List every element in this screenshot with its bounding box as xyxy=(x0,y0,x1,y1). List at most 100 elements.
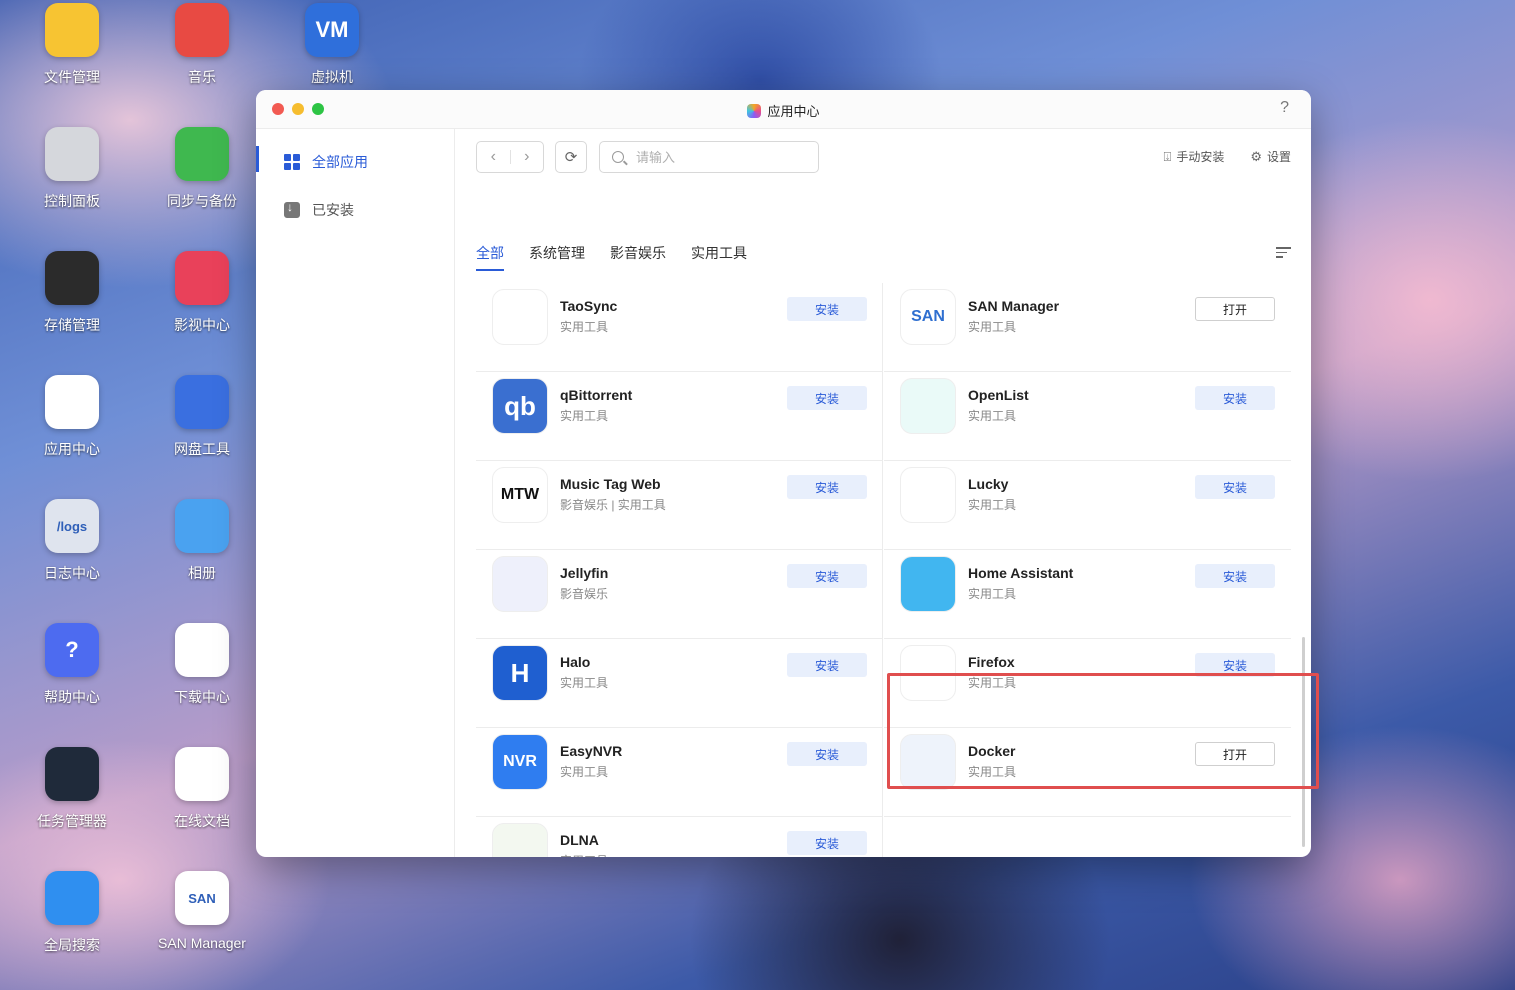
install-button[interactable]: 安装 xyxy=(787,653,867,677)
app-category: 实用工具 xyxy=(560,852,608,857)
gear-icon: ⚙ xyxy=(1250,148,1262,164)
desktop-icon-label: 文件管理 xyxy=(44,69,100,85)
install-button[interactable]: 安装 xyxy=(787,564,867,588)
install-button[interactable]: 安装 xyxy=(787,297,867,321)
desktop-icon-label: 在线文档 xyxy=(174,813,230,829)
app-card-san-manager[interactable]: SAN SAN Manager 实用工具 打开 xyxy=(884,283,1291,372)
install-button[interactable]: 安装 xyxy=(787,475,867,499)
desktop-icon-vm[interactable]: VM 虚拟机 xyxy=(272,3,392,87)
desktop-icon-help[interactable]: ? 帮助中心 xyxy=(12,623,132,707)
manual-install-label: 手动安装 xyxy=(1176,150,1225,164)
manual-install-button[interactable]: ⍗ 手动安装 xyxy=(1164,148,1225,165)
app-card-home-assistant[interactable]: Home Assistant 实用工具 安装 xyxy=(884,550,1291,639)
sort-icon[interactable] xyxy=(1276,247,1291,261)
tab-system-management[interactable]: 系统管理 xyxy=(529,243,585,273)
back-button[interactable]: ‹ xyxy=(477,142,510,172)
install-button[interactable]: 安装 xyxy=(1195,386,1275,410)
desktop-icon-cloud-drive[interactable]: 网盘工具 xyxy=(142,375,262,459)
tab-all[interactable]: 全部 xyxy=(476,243,504,273)
folder-icon xyxy=(45,3,99,57)
app-category: 实用工具 xyxy=(560,320,609,334)
app-name: OpenList xyxy=(968,387,1029,403)
app-category: 实用工具 xyxy=(560,676,609,690)
open-button[interactable]: 打开 xyxy=(1195,297,1275,321)
desktop-icon-search[interactable]: 全局搜索 xyxy=(12,871,132,955)
jellyfin-icon xyxy=(492,556,548,612)
refresh-button[interactable]: ⟳ xyxy=(555,141,587,173)
desktop-icon-app-center[interactable]: 应用中心 xyxy=(12,375,132,459)
install-button[interactable]: 安装 xyxy=(787,386,867,410)
installed-icon xyxy=(284,200,300,218)
desktop-icon-task-manager[interactable]: 任务管理器 xyxy=(12,747,132,831)
app-category: 实用工具 xyxy=(968,587,1017,601)
window-title-text: 应用中心 xyxy=(767,104,820,119)
desktop-icon-label: 音乐 xyxy=(188,69,216,85)
desktop-icon-label: 存储管理 xyxy=(44,317,100,333)
desktop-icon-folder[interactable]: 文件管理 xyxy=(12,3,132,87)
lucky-icon xyxy=(900,467,956,523)
settings-button[interactable]: ⚙ 设置 xyxy=(1250,148,1291,165)
install-button[interactable]: 安装 xyxy=(1195,564,1275,588)
desktop-icon-photo[interactable]: 相册 xyxy=(142,499,262,583)
app-center-icon xyxy=(45,375,99,429)
sidebar-item-label: 全部应用 xyxy=(312,154,368,170)
app-card-lucky[interactable]: Lucky 实用工具 安装 xyxy=(884,461,1291,550)
desktop-icon-film[interactable]: 影视中心 xyxy=(142,251,262,335)
search-input[interactable] xyxy=(636,149,806,165)
desktop-icon-label: 控制面板 xyxy=(44,193,100,209)
desktop-icon-sync[interactable]: 同步与备份 xyxy=(142,127,262,211)
install-button[interactable]: 安装 xyxy=(787,742,867,766)
app-card-qbittorrent[interactable]: qb qBittorrent 实用工具 安装 xyxy=(476,372,883,461)
vm-icon: VM xyxy=(305,3,359,57)
help-button[interactable]: ? xyxy=(1280,99,1289,117)
app-card-halo[interactable]: H Halo 实用工具 安装 xyxy=(476,639,883,728)
desktop-icon-label: 虚拟机 xyxy=(311,69,353,85)
desktop-icon-label: 应用中心 xyxy=(44,441,100,457)
download-icon xyxy=(175,623,229,677)
tab-utilities[interactable]: 实用工具 xyxy=(691,243,747,273)
sync-icon xyxy=(175,127,229,181)
app-category: 实用工具 xyxy=(968,498,1017,512)
toolbar: ‹ › ⟳ ⍗ 手动安装 ⚙ 设置 xyxy=(476,141,1291,175)
forward-button[interactable]: › xyxy=(511,142,544,172)
app-name: qBittorrent xyxy=(560,387,633,403)
app-category: 实用工具 xyxy=(968,320,1017,334)
desktop-icon-label: 网盘工具 xyxy=(174,441,230,457)
tab-media-entertainment[interactable]: 影音娱乐 xyxy=(610,243,666,273)
app-category: 影音娱乐 | 实用工具 xyxy=(560,498,666,512)
desktop-icon-san[interactable]: SAN SAN Manager xyxy=(142,871,262,951)
desktop-icon-logs[interactable]: /logs 日志中心 xyxy=(12,499,132,583)
desktop-icon-label: 任务管理器 xyxy=(37,813,107,829)
app-card-openlist[interactable]: OpenList 实用工具 安装 xyxy=(884,372,1291,461)
install-button[interactable]: 安装 xyxy=(1195,475,1275,499)
app-card-dlna[interactable]: DLNA 实用工具 安装 xyxy=(476,817,883,857)
app-name: Music Tag Web xyxy=(560,476,661,492)
storage-icon xyxy=(45,251,99,305)
easynvr-icon: NVR xyxy=(492,734,548,790)
desktop-icon-label: 帮助中心 xyxy=(44,689,100,705)
settings-label: 设置 xyxy=(1266,150,1291,164)
help-icon: ? xyxy=(45,623,99,677)
sidebar-item-all-apps[interactable]: 全部应用 xyxy=(256,138,454,186)
home-assistant-icon xyxy=(900,556,956,612)
search-icon xyxy=(45,871,99,925)
app-card-taosync[interactable]: TaoSync 实用工具 安装 xyxy=(476,283,883,372)
app-name: DLNA xyxy=(560,832,599,848)
install-button[interactable]: 安装 xyxy=(787,831,867,855)
desktop-icon-label: 全局搜索 xyxy=(44,937,100,953)
app-category: 实用工具 xyxy=(560,765,609,779)
desktop-icon-download[interactable]: 下载中心 xyxy=(142,623,262,707)
app-card-music-tag-web[interactable]: MTW Music Tag Web 影音娱乐 | 实用工具 安装 xyxy=(476,461,883,550)
app-card-easynvr[interactable]: NVR EasyNVR 实用工具 安装 xyxy=(476,728,883,817)
desktop-icon-label: 相册 xyxy=(188,565,216,581)
desktop-icon-document[interactable]: 在线文档 xyxy=(142,747,262,831)
music-icon xyxy=(175,3,229,57)
desktop-icon-music[interactable]: 音乐 xyxy=(142,3,262,87)
app-name: Lucky xyxy=(968,476,1009,492)
desktop-icon-sliders[interactable]: 控制面板 xyxy=(12,127,132,211)
sidebar-item-installed[interactable]: 已安装 xyxy=(256,186,454,234)
desktop-icon-storage[interactable]: 存储管理 xyxy=(12,251,132,335)
app-card-jellyfin[interactable]: Jellyfin 影音娱乐 安装 xyxy=(476,550,883,639)
app-name: Halo xyxy=(560,654,591,670)
grid-icon xyxy=(284,154,300,170)
